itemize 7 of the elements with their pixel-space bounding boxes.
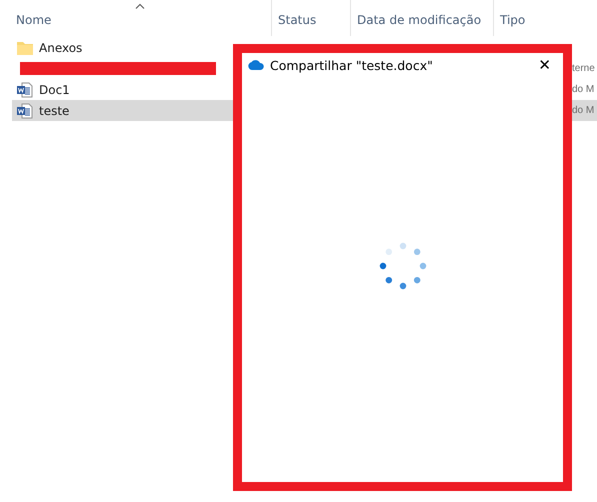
file-name: Anexos	[39, 40, 82, 54]
file-name: teste	[39, 104, 70, 118]
file-type: do M	[572, 105, 594, 116]
file-type: do M	[572, 84, 594, 95]
file-name: Doc1	[39, 82, 70, 96]
file-type: terne	[572, 63, 595, 74]
dialog-title: Compartilhar "teste.docx"	[270, 58, 434, 72]
